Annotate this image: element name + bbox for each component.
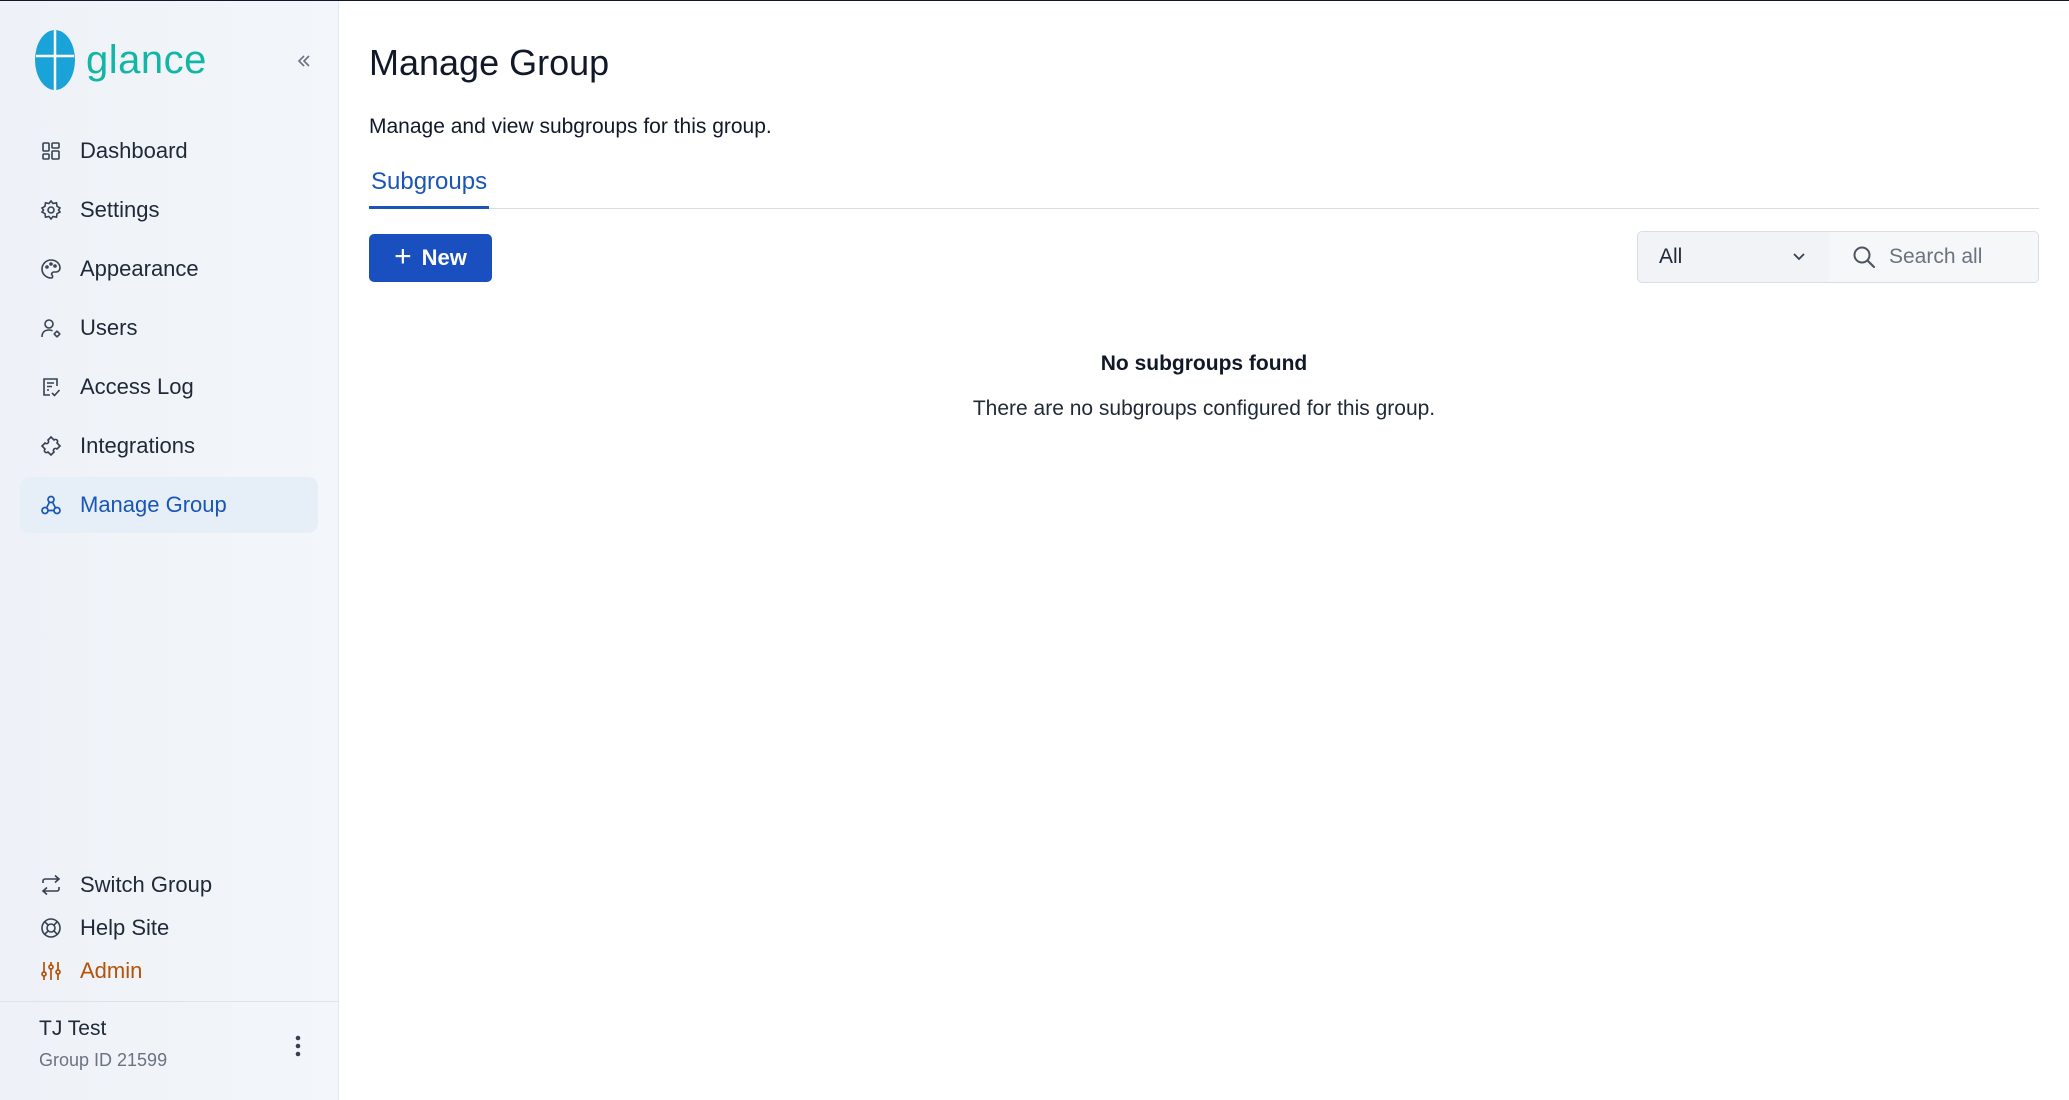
logo[interactable]: glance: [34, 29, 207, 91]
new-subgroup-button[interactable]: + New: [369, 234, 492, 282]
glance-logo-icon: [35, 30, 75, 90]
sidebar: glance Dashboard Settings Appearance Use…: [0, 1, 339, 1100]
sidebar-item-label: Settings: [80, 197, 160, 222]
sidebar-item-label: Help Site: [80, 914, 170, 940]
group-icon: [40, 494, 62, 516]
sidebar-item-label: Admin: [80, 957, 143, 983]
filter-select[interactable]: All: [1637, 231, 1830, 283]
sidebar-bottom-nav: Switch Group Help Site Admin: [20, 863, 318, 992]
sidebar-item-manage-group[interactable]: Manage Group: [20, 477, 318, 533]
sidebar-item-dashboard[interactable]: Dashboard: [20, 123, 318, 179]
sidebar-item-label: Dashboard: [80, 138, 188, 163]
sidebar-item-admin[interactable]: Admin: [20, 949, 318, 992]
new-button-label: New: [421, 245, 467, 270]
gear-icon: [40, 199, 62, 221]
palette-icon: [40, 258, 62, 280]
sidebar-divider: [0, 1001, 338, 1002]
filter-selected-value: All: [1659, 245, 1683, 268]
puzzle-icon: [40, 435, 62, 457]
switch-icon: [40, 874, 62, 896]
kebab-menu-icon: [295, 1035, 301, 1057]
sidebar-item-help-site[interactable]: Help Site: [20, 906, 318, 949]
sidebar-nav: Dashboard Settings Appearance Users Acce…: [20, 123, 318, 536]
dashboard-icon: [40, 140, 62, 162]
sidebar-item-appearance[interactable]: Appearance: [20, 241, 318, 297]
sliders-icon: [40, 960, 62, 982]
search-box: [1829, 231, 2041, 283]
sidebar-item-settings[interactable]: Settings: [20, 182, 318, 238]
sidebar-item-switch-group[interactable]: Switch Group: [20, 863, 318, 906]
tab-subgroups[interactable]: Subgroups: [369, 168, 490, 209]
plus-icon: +: [394, 239, 412, 273]
sidebar-item-label: Integrations: [80, 433, 195, 458]
lifebuoy-icon: [40, 917, 62, 939]
empty-state-description: There are no subgroups configured for th…: [972, 397, 1436, 420]
sidebar-item-integrations[interactable]: Integrations: [20, 418, 318, 474]
user-settings-icon: [40, 317, 62, 339]
tab-bar: Subgroups: [369, 168, 2039, 209]
search-input[interactable]: [1887, 244, 2041, 270]
empty-state-title: No subgroups found: [1100, 352, 1308, 375]
page-subtitle: Manage and view subgroups for this group…: [369, 115, 772, 138]
sidebar-item-users[interactable]: Users: [20, 300, 318, 356]
chevron-down-icon: [1793, 253, 1805, 261]
sidebar-item-label: Manage Group: [80, 492, 227, 517]
user-name: TJ Test: [39, 1017, 107, 1040]
log-icon: [40, 376, 62, 398]
double-chevron-left-icon: [297, 55, 310, 67]
sidebar-item-access-log[interactable]: Access Log: [20, 359, 318, 415]
search-icon: [1853, 246, 1876, 269]
sidebar-item-label: Access Log: [80, 374, 194, 399]
group-id: Group ID 21599: [39, 1050, 168, 1070]
user-menu-button[interactable]: [286, 1031, 310, 1061]
sidebar-item-label: Appearance: [80, 256, 199, 281]
app-name: glance: [86, 37, 207, 82]
page-title: Manage Group: [369, 42, 610, 83]
sidebar-item-label: Users: [80, 315, 138, 340]
collapse-sidebar-button[interactable]: [292, 51, 316, 75]
sidebar-item-label: Switch Group: [80, 871, 213, 897]
